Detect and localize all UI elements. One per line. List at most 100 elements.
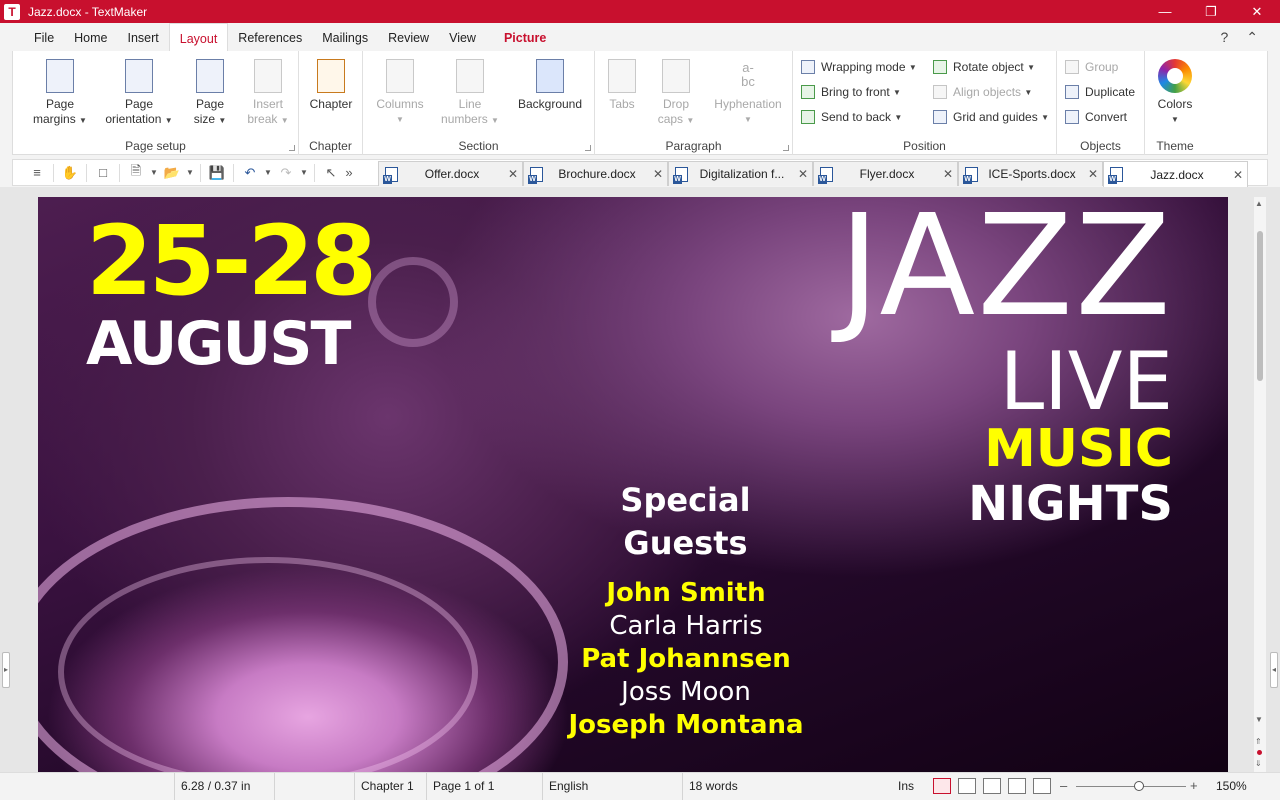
master-page-view-icon[interactable] <box>983 778 1001 794</box>
next-page-icon[interactable]: ⇓ <box>1255 759 1262 768</box>
section-dialog-launcher[interactable] <box>585 145 591 151</box>
scrollbar-thumb[interactable] <box>1257 231 1263 381</box>
rotate-object-button[interactable]: Rotate object ▼ <box>933 57 1035 77</box>
columns-button[interactable]: Columns ▼ <box>365 57 435 127</box>
doc-tab-ice-sports[interactable]: ICE-Sports.docx ✕ <box>958 161 1103 186</box>
status-language[interactable]: English <box>542 773 682 800</box>
bring-to-front-button[interactable]: Bring to front ▼ <box>801 82 901 102</box>
section-group: Columns ▼ Line numbers ▼ Background Sect… <box>363 51 595 155</box>
minimize-button[interactable]: — <box>1142 0 1188 23</box>
new-document-icon[interactable]: 🗎 <box>124 162 148 184</box>
drop-caps-label-2: caps ▼ <box>657 112 695 126</box>
paragraph-group-label: Paragraph <box>665 139 722 153</box>
toolbar-overflow-icon[interactable]: » <box>343 162 355 184</box>
redo-icon[interactable]: ↷ <box>274 162 298 184</box>
document-area[interactable]: ▸ ◂ 25-28 AUGUST JAZZ LIVE MUSIC NIGHTS … <box>0 187 1280 772</box>
group-button[interactable]: Group <box>1065 57 1118 77</box>
paragraph-dialog-launcher[interactable] <box>783 145 789 151</box>
scroll-down-icon[interactable]: ▼ <box>1255 715 1263 724</box>
zoom-in-icon[interactable]: + <box>1190 778 1198 793</box>
send-to-back-button[interactable]: Send to back ▼ <box>801 107 902 127</box>
right-sidebar-handle[interactable]: ◂ <box>1270 652 1278 688</box>
page-view-icon[interactable]: □ <box>91 162 115 184</box>
select-pointer-icon[interactable]: ↖ <box>319 162 343 184</box>
page-margins-button[interactable]: Page margins ▼ <box>25 57 95 128</box>
zoom-level[interactable]: 150% <box>1216 773 1247 800</box>
save-icon[interactable]: 💾 <box>205 162 229 184</box>
page-orientation-button[interactable]: Page orientation ▼ <box>101 57 177 128</box>
open-dropdown-icon[interactable]: ▼ <box>184 162 196 184</box>
close-tab-icon[interactable]: ✕ <box>504 167 522 181</box>
poster-music: MUSIC <box>984 419 1173 479</box>
doc-tab-brochure[interactable]: Brochure.docx ✕ <box>523 161 668 186</box>
doc-tab-jazz[interactable]: Jazz.docx ✕ <box>1103 161 1248 187</box>
left-sidebar-handle[interactable]: ▸ <box>2 652 10 688</box>
zoom-slider-track[interactable] <box>1076 786 1186 787</box>
align-objects-button[interactable]: Align objects ▼ <box>933 82 1032 102</box>
browse-object-icon[interactable] <box>1257 750 1262 755</box>
undo-icon[interactable]: ↶ <box>238 162 262 184</box>
wrapping-mode-button[interactable]: Wrapping mode ▼ <box>801 57 917 77</box>
vertical-scrollbar[interactable]: ▲ ▼ ⇑ ⇓ <box>1254 197 1266 772</box>
new-dropdown-icon[interactable]: ▼ <box>148 162 160 184</box>
grid-and-guides-button[interactable]: Grid and guides ▼ <box>933 107 1049 127</box>
undo-dropdown-icon[interactable]: ▼ <box>262 162 274 184</box>
poster-page[interactable]: 25-28 AUGUST JAZZ LIVE MUSIC NIGHTS Spec… <box>38 197 1228 772</box>
guest-name: John Smith <box>606 578 766 608</box>
columns-icon <box>386 59 414 93</box>
menu-view[interactable]: View <box>439 23 486 51</box>
collapse-ribbon-icon[interactable]: ⌃ <box>1246 29 1258 46</box>
hand-tool-icon[interactable]: ✋ <box>58 162 82 184</box>
scroll-up-icon[interactable]: ▲ <box>1255 199 1263 208</box>
section-group-label: Section <box>458 139 499 153</box>
page-margins-label-2: margins ▼ <box>33 112 87 126</box>
menu-file[interactable]: File <box>24 23 64 51</box>
close-tab-icon[interactable]: ✕ <box>1229 168 1247 182</box>
doc-tab-label: Offer.docx <box>424 167 480 181</box>
textmaker-app-icon[interactable]: T <box>4 3 20 20</box>
duplicate-button[interactable]: Duplicate <box>1065 82 1135 102</box>
insert-mode[interactable]: Ins <box>892 773 926 800</box>
menu-review[interactable]: Review <box>378 23 439 51</box>
convert-button[interactable]: Convert <box>1065 107 1127 127</box>
doc-tab-digitalization[interactable]: Digitalization f... ✕ <box>668 161 813 186</box>
menu-insert[interactable]: Insert <box>118 23 169 51</box>
close-tab-icon[interactable]: ✕ <box>649 167 667 181</box>
line-numbers-button[interactable]: Line numbers ▼ <box>435 57 505 128</box>
outline-view-icon[interactable] <box>1008 778 1026 794</box>
zoom-slider-thumb[interactable] <box>1134 781 1144 791</box>
close-tab-icon[interactable]: ✕ <box>939 167 957 181</box>
page-setup-dialog-launcher[interactable] <box>289 145 295 151</box>
cursor-position: 6.28 / 0.37 in <box>174 773 274 800</box>
colors-button[interactable]: Colors ▼ <box>1140 57 1210 127</box>
drop-caps-button[interactable]: Drop caps ▼ <box>641 57 711 128</box>
hyphenation-button[interactable]: a- bc Hyphenation ▼ <box>709 57 787 127</box>
close-tab-icon[interactable]: ✕ <box>1084 167 1102 181</box>
redo-dropdown-icon[interactable]: ▼ <box>298 162 310 184</box>
continuous-view-icon[interactable] <box>958 778 976 794</box>
menu-layout[interactable]: Layout <box>168 22 229 52</box>
colors-caret-icon: ▼ <box>1171 115 1179 124</box>
menu-home[interactable]: Home <box>64 23 117 51</box>
status-chapter[interactable]: Chapter 1 <box>354 773 426 800</box>
doc-tab-offer[interactable]: Offer.docx ✕ <box>378 161 523 186</box>
menu-picture[interactable]: Picture <box>494 23 556 51</box>
book-view-icon[interactable] <box>1033 778 1051 794</box>
help-icon[interactable]: ? <box>1220 29 1228 45</box>
chapter-button[interactable]: Chapter <box>296 57 366 112</box>
poster-live: LIVE <box>999 335 1173 428</box>
open-folder-icon[interactable]: 📂 <box>160 162 184 184</box>
status-page[interactable]: Page 1 of 1 <box>426 773 542 800</box>
doc-tab-flyer[interactable]: Flyer.docx ✕ <box>813 161 958 186</box>
previous-page-icon[interactable]: ⇑ <box>1255 737 1262 746</box>
maximize-button[interactable]: ❐ <box>1188 0 1234 23</box>
menu-references[interactable]: References <box>228 23 312 51</box>
background-button[interactable]: Background <box>513 57 587 112</box>
insert-break-button[interactable]: Insert break ▼ <box>233 57 303 128</box>
close-button[interactable]: ✕ <box>1234 0 1280 23</box>
menu-lines-icon[interactable]: ≡ <box>25 162 49 184</box>
zoom-out-icon[interactable]: – <box>1060 778 1067 793</box>
close-tab-icon[interactable]: ✕ <box>794 167 812 181</box>
menu-mailings[interactable]: Mailings <box>312 23 378 51</box>
page-layout-view-icon[interactable] <box>933 778 951 794</box>
